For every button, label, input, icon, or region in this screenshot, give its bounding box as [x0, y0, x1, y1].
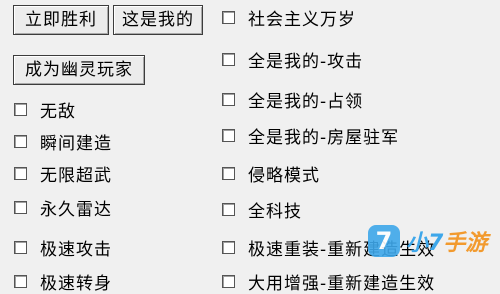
option-label: 永久雷达: [40, 199, 112, 220]
option-all-mine-garrison[interactable]: 全是我的-房屋驻军: [222, 122, 399, 148]
checkbox[interactable]: [222, 202, 235, 216]
option-fast-attack[interactable]: 极速攻击: [14, 234, 112, 260]
option-label: 全科技: [248, 201, 302, 222]
option-label: 大用增强-重新建造生效: [248, 273, 436, 294]
checkbox[interactable]: [14, 200, 27, 214]
option-label: 全是我的-占领: [248, 91, 364, 112]
option-label: 侵略模式: [248, 165, 320, 186]
checkbox[interactable]: [14, 240, 27, 254]
checkbox[interactable]: [14, 274, 27, 288]
option-all-mine-occupy[interactable]: 全是我的-占领: [222, 86, 363, 112]
option-label: 极速转身: [40, 273, 112, 294]
checkbox[interactable]: [222, 240, 235, 254]
option-enhance[interactable]: 大用增强-重新建造生效: [222, 268, 435, 294]
checkbox[interactable]: [222, 92, 235, 106]
option-label: 无限超武: [40, 165, 112, 186]
watermark-logo: 7 小7手游: [368, 222, 487, 260]
option-permanent-radar[interactable]: 永久雷达: [14, 194, 112, 220]
checkbox[interactable]: [222, 128, 235, 142]
checkbox[interactable]: [14, 102, 27, 116]
watermark-mark-icon: 7: [368, 225, 400, 257]
checkbox[interactable]: [222, 52, 235, 66]
option-label: 极速攻击: [40, 239, 112, 260]
option-invasion-mode[interactable]: 侵略模式: [222, 160, 320, 186]
checkbox[interactable]: [222, 274, 235, 288]
instant-win-button[interactable]: 立即胜利: [13, 5, 109, 35]
option-instant-build[interactable]: 瞬间建造: [14, 128, 112, 154]
option-all-tech[interactable]: 全科技: [222, 196, 302, 222]
watermark-text-b: 手游: [443, 231, 488, 256]
this-is-mine-button[interactable]: 这是我的: [113, 5, 203, 35]
checkbox[interactable]: [222, 10, 235, 24]
watermark-text: 小7手游: [406, 225, 487, 257]
become-ghost-player-button[interactable]: 成为幽灵玩家: [13, 55, 145, 85]
option-label: 瞬间建造: [40, 133, 112, 154]
option-label: 无敌: [40, 101, 76, 122]
checkbox[interactable]: [14, 134, 27, 148]
option-all-mine-attack[interactable]: 全是我的-攻击: [222, 46, 363, 72]
checkbox[interactable]: [14, 166, 27, 180]
watermark-text-a: 小7: [406, 231, 444, 256]
option-label: 全是我的-房屋驻军: [248, 127, 400, 148]
checkbox[interactable]: [222, 166, 235, 180]
option-socialism[interactable]: 社会主义万岁: [222, 4, 356, 30]
option-invincible[interactable]: 无敌: [14, 96, 76, 122]
option-fast-turn[interactable]: 极速转身: [14, 268, 112, 294]
option-unlimited-superweapon[interactable]: 无限超武: [14, 160, 112, 186]
option-label: 社会主义万岁: [248, 9, 356, 30]
option-label: 全是我的-攻击: [248, 51, 364, 72]
